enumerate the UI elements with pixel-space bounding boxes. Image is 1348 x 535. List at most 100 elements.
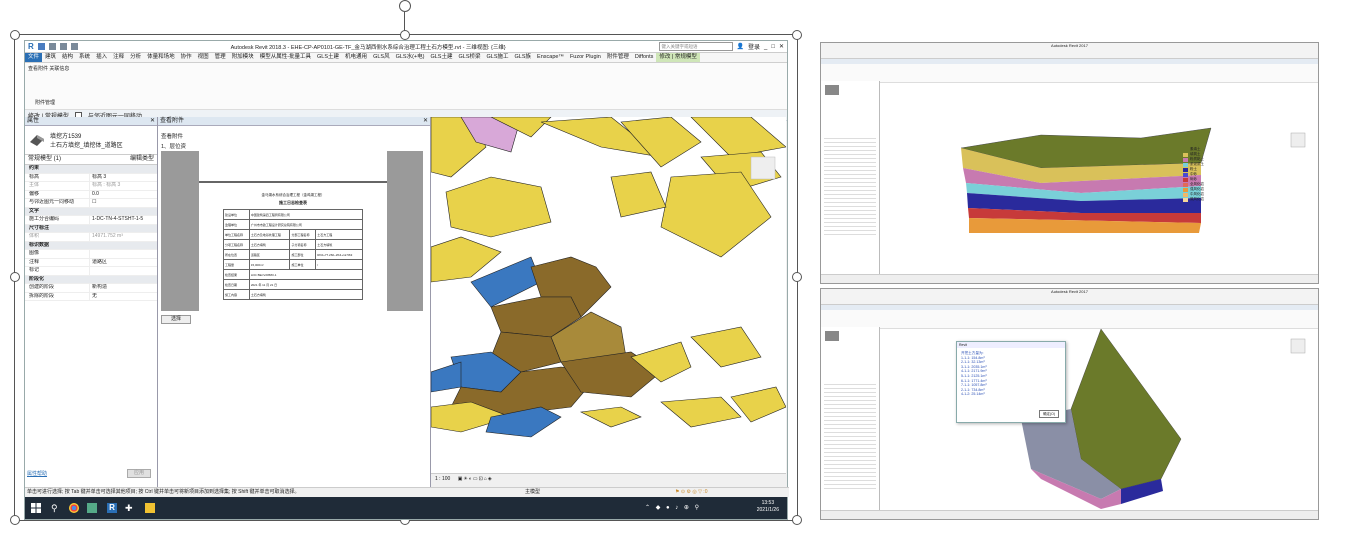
resize-handle-tm[interactable] [400,30,410,40]
ribbon-tab[interactable]: GLS土建 [314,53,342,62]
property-value[interactable]: 无 [89,292,157,300]
ribbon-tab[interactable]: Diffonts [632,53,657,62]
property-value[interactable]: 新构造 [89,284,157,292]
property-value[interactable]: 1-DC-TN-4-STSHT-1-5 [89,216,157,224]
properties-help-link[interactable]: 属性帮助 [27,470,47,477]
property-group[interactable]: 尺寸标注 [25,224,157,233]
ribbon-tab[interactable]: Fuzor Plugin [567,53,604,62]
close-icon[interactable]: ✕ [423,117,428,125]
property-value[interactable]: 标高 : 标高 3 [89,182,157,190]
user-icon[interactable]: 👤 [737,43,744,50]
mini-viewcube-icon[interactable] [1290,132,1306,148]
ribbon-tab[interactable]: GLS土建 [427,53,455,62]
property-value[interactable] [89,267,157,275]
ribbon-tab[interactable]: 系统 [76,53,93,62]
ribbon-tab[interactable]: GLS族 [512,53,535,62]
property-group[interactable]: 文字 [25,207,157,216]
tray-icons[interactable]: ⌃ ◆ ● ♪ ⊕ ⚲ [645,504,701,511]
search-icon[interactable]: ⚲ [51,503,61,513]
ribbon-tab[interactable]: 插入 [93,53,110,62]
ribbon-tab[interactable]: 注释 [110,53,127,62]
property-row[interactable]: 标记 [25,267,157,276]
ribbon-tab[interactable]: 体量和场地 [144,53,178,62]
rotate-handle[interactable] [399,0,411,12]
ribbon-tab[interactable]: 模型从属性-批量工具 [257,53,314,62]
property-row[interactable]: 注释 道路区 [25,258,157,267]
chrome-icon[interactable] [69,503,79,513]
apply-button[interactable]: 应用 [127,469,151,478]
property-value[interactable]: 0.0 [89,190,157,198]
ribbon-tab[interactable]: 机电通用 [342,53,370,62]
open-icon[interactable] [37,43,45,50]
property-value[interactable]: ☐ [89,199,157,207]
property-group[interactable]: 阶段化 [25,275,157,284]
ribbon-tab[interactable]: GLS桥梁 [455,53,483,62]
dialog-ok-button[interactable]: 确定(O) [1039,410,1059,418]
undo-icon[interactable] [59,43,67,50]
redo-icon[interactable] [70,43,78,50]
ribbon-tab[interactable]: 分析 [127,53,144,62]
property-value[interactable]: 14971.752 m³ [89,233,157,241]
doc-table-cell: 施工单位 [289,259,317,270]
ribbon-tab[interactable]: GLS施工 [484,53,512,62]
resize-handle-mr[interactable] [792,272,802,282]
close-button[interactable]: ✕ [779,43,784,50]
ribbon-tab[interactable]: Enscape™ [534,53,567,62]
property-row[interactable]: 偏移 0.0 [25,190,157,199]
app-icon[interactable] [87,503,97,513]
ribbon-tab[interactable]: 附加模块 [229,53,257,62]
instance-filter[interactable]: 常规模型 (1) [28,155,61,164]
ribbon-tab[interactable]: GLS风 [370,53,393,62]
ribbon-tab[interactable]: 视图 [195,53,212,62]
viewcube-icon[interactable] [750,156,776,180]
clock[interactable]: 13:53 2021/1/26 [757,500,779,514]
property-row[interactable]: 拆除的阶段 无 [25,292,157,301]
folder-icon[interactable] [145,503,155,513]
property-row[interactable]: 主体 标高 : 标高 3 [25,182,157,191]
ribbon-tab[interactable]: 协作 [178,53,195,62]
ribbon-tab[interactable]: 建筑 [42,53,59,62]
property-row[interactable]: 与邻近图元一同移动 ☐ [25,199,157,208]
ribbon-tab[interactable]: 修改 | 常规模型 [656,53,700,62]
save-icon[interactable] [48,43,56,50]
login-label[interactable]: 登录 [748,42,760,51]
resize-handle-bl[interactable] [10,515,20,525]
view-controls-icons[interactable]: ▣☀◐▭⊡⌂◈ [458,476,493,482]
ribbon-tab[interactable]: 附件管理 [604,53,632,62]
close-icon[interactable]: ✕ [150,117,155,125]
resize-handle-tl[interactable] [10,30,20,40]
property-row[interactable]: 标高 标高 3 [25,173,157,182]
ribbon-tab[interactable]: GLS水(+电) [393,53,428,62]
revit-logo-icon[interactable]: R [28,42,34,51]
property-row[interactable]: 施工分合编码 1-DC-TN-4-STSHT-1-5 [25,216,157,225]
ribbon-label[interactable]: 查看附件 关联信息 [28,65,69,72]
view-scale[interactable]: 1 : 100 [435,476,450,482]
mini-viewcube-icon[interactable] [1290,338,1306,354]
status-icons[interactable]: ⚑ ⊙ ⚙ ◎ ▽ :0 [675,488,707,497]
ribbon-tab[interactable]: 文件 [25,53,43,62]
type-selector[interactable]: 填挖方1539 土石方填挖_填挖体_道路区 [25,126,157,155]
select-button[interactable]: 选择 [161,315,191,324]
property-row[interactable]: 体积 14971.752 m³ [25,233,157,242]
ribbon-tab[interactable]: 结构 [59,53,76,62]
property-group[interactable]: 约束 [25,165,157,174]
maximize-button[interactable]: □ [771,44,775,50]
minimize-button[interactable]: _ [764,44,767,50]
edit-type-button[interactable]: 编辑类型 [130,155,154,164]
ribbon-tab[interactable]: 管理 [212,53,229,62]
resize-handle-tr[interactable] [792,30,802,40]
3d-viewport[interactable] [431,117,786,483]
search-input[interactable]: 键入关键字或短语 [658,42,733,51]
resize-handle-ml[interactable] [10,272,20,282]
property-value[interactable]: 标高 3 [89,173,157,181]
puzzle-icon[interactable]: ✚ [125,503,135,513]
property-group[interactable]: 标识数据 [25,241,157,250]
property-row[interactable]: 创建的阶段 新构造 [25,284,157,293]
status-model[interactable]: 主模型 [525,488,540,497]
resize-handle-br[interactable] [792,515,802,525]
property-value[interactable] [89,250,157,258]
property-value[interactable]: 道路区 [89,258,157,266]
revit-taskbar-icon[interactable]: R [107,503,117,513]
property-row[interactable]: 图像 [25,250,157,259]
windows-start-icon[interactable] [31,503,41,513]
